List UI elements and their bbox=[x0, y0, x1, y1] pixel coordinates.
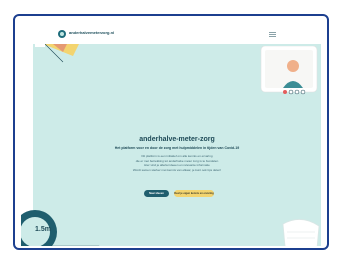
hero-section: anderhalve-meter-zorg Het platform voor … bbox=[21, 44, 321, 246]
face-mask-illustration bbox=[282, 219, 320, 246]
hero-description: Dit platform is een initiatief om alle k… bbox=[103, 154, 251, 172]
logo-icon[interactable] bbox=[58, 30, 66, 38]
website: anderhalvemeterzorg.nl anderhalve-meter-… bbox=[21, 22, 321, 246]
ideas-button[interactable]: Naar ideeen bbox=[144, 190, 169, 197]
site-name[interactable]: anderhalvemeterzorg.nl bbox=[69, 30, 114, 35]
measuring-tape-illustration bbox=[21, 210, 100, 246]
site-header: anderhalvemeterzorg.nl bbox=[21, 22, 321, 44]
hero-title: anderhalve-meter-zorg bbox=[139, 136, 215, 143]
hero-text-line: Wordt samen sterker met kennis van elkaa… bbox=[132, 167, 222, 172]
pencil-illustration bbox=[35, 44, 79, 63]
tape-label: 1.5m bbox=[35, 226, 51, 233]
hamburger-menu-icon[interactable] bbox=[269, 32, 276, 37]
video-call-illustration bbox=[260, 46, 318, 95]
share-knowledge-button[interactable]: Deel je eigen kennis en ervaring bbox=[174, 190, 214, 197]
hero-subtitle: Het platform voor en door de zorg met hu… bbox=[114, 146, 240, 150]
